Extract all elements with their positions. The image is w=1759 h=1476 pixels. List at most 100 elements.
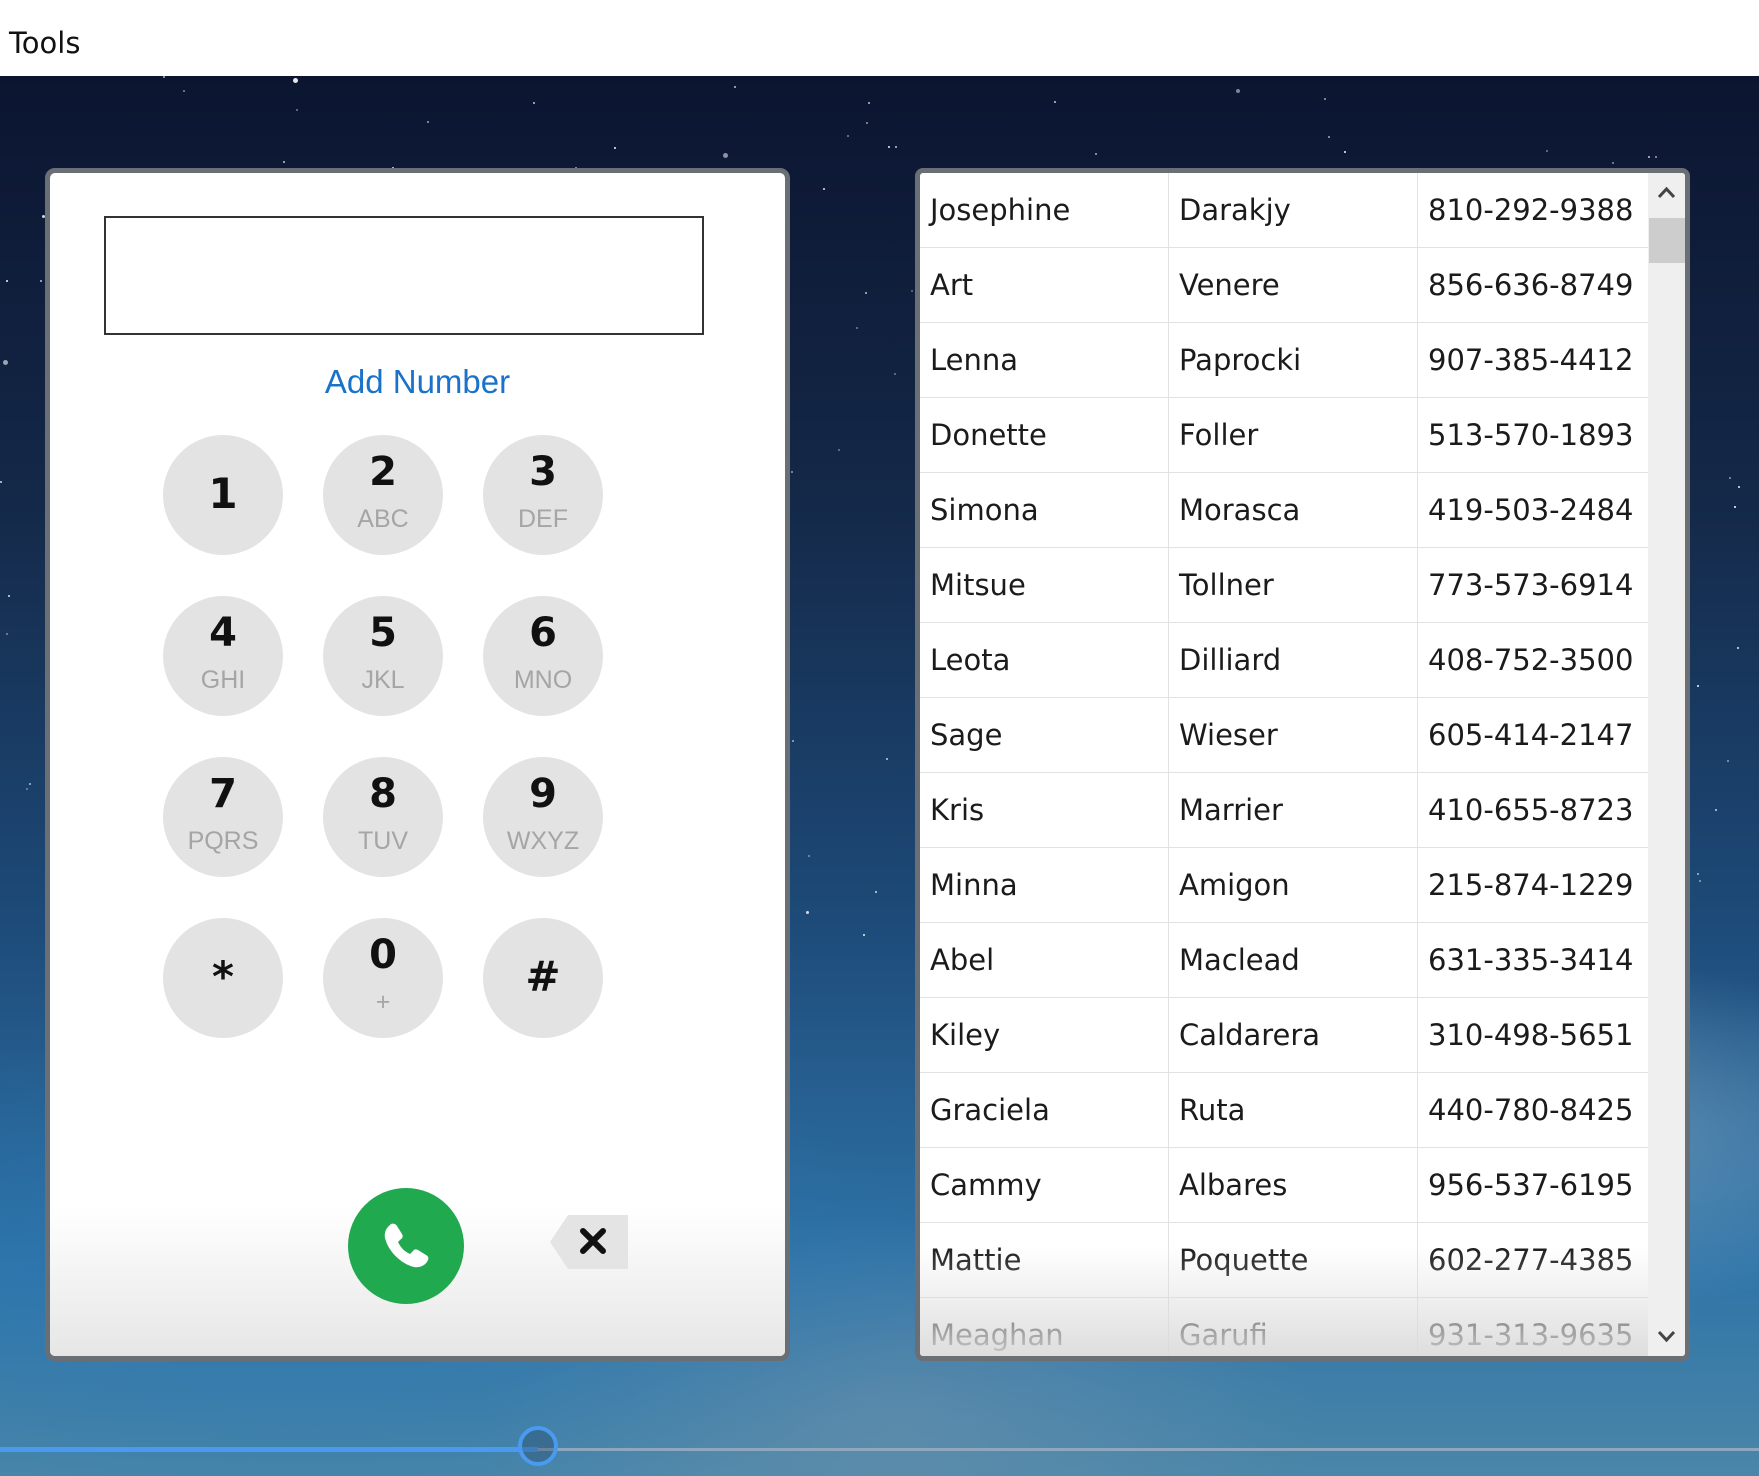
- star-dot: [1054, 101, 1056, 103]
- key-hash-button[interactable]: #: [483, 918, 603, 1038]
- scroll-thumb[interactable]: [1649, 218, 1685, 263]
- contact-row[interactable]: Lenna Paprocki 907-385-4412: [920, 323, 1648, 398]
- contact-row[interactable]: Kris Marrier 410-655-8723: [920, 773, 1648, 848]
- first-name-cell: Abel: [930, 943, 995, 977]
- star-dot: [1697, 873, 1699, 875]
- scroll-up-button[interactable]: [1648, 173, 1685, 213]
- first-name-cell: Sage: [930, 718, 1003, 752]
- contact-row[interactable]: Mitsue Tollner 773-573-6914: [920, 548, 1648, 623]
- phone-cell: 773-573-6914: [1417, 548, 1648, 623]
- volume-slider[interactable]: [0, 1426, 1759, 1476]
- phone-cell: 856-636-8749: [1417, 248, 1648, 323]
- key-digit: 6: [529, 610, 557, 656]
- star-dot: [1546, 150, 1548, 152]
- first-name-cell: Cammy: [930, 1168, 1042, 1202]
- phone-cell: 419-503-2484: [1417, 473, 1648, 548]
- add-number-link[interactable]: Add Number: [50, 363, 785, 401]
- star-dot: [894, 373, 896, 375]
- contact-row[interactable]: Minna Amigon 215-874-1229: [920, 848, 1648, 923]
- key-2-button[interactable]: 2 ABC: [323, 435, 443, 555]
- call-button[interactable]: [348, 1188, 464, 1304]
- key-letters: MNO: [513, 666, 573, 694]
- first-name-cell: Meaghan: [930, 1318, 1064, 1352]
- phone-cell: 931-313-9635: [1417, 1298, 1648, 1356]
- contact-row[interactable]: Leota Dilliard 408-752-3500: [920, 623, 1648, 698]
- star-dot: [895, 146, 897, 148]
- star-dot: [868, 102, 870, 104]
- star-dot: [1328, 136, 1330, 138]
- phone-cell: 631-335-3414: [1417, 923, 1648, 998]
- contact-row[interactable]: Mattie Poquette 602-277-4385: [920, 1223, 1648, 1298]
- chevron-up-icon: [1657, 186, 1676, 199]
- star-dot: [865, 292, 867, 294]
- contact-row[interactable]: Art Venere 856-636-8749: [920, 248, 1648, 323]
- contact-row[interactable]: Kiley Caldarera 310-498-5651: [920, 998, 1648, 1073]
- key-0-button[interactable]: 0 +: [323, 918, 443, 1038]
- backspace-icon: [550, 1215, 628, 1269]
- star-dot: [1095, 153, 1097, 155]
- phone-cell: 602-277-4385: [1417, 1223, 1648, 1298]
- scroll-down-button[interactable]: [1648, 1316, 1685, 1356]
- key-5-button[interactable]: 5 JKL: [323, 596, 443, 716]
- key-digit: 8: [369, 771, 397, 817]
- star-dot: [1612, 162, 1614, 164]
- first-name-cell: Simona: [930, 493, 1039, 527]
- phone-number-input[interactable]: [104, 216, 704, 335]
- key-digit: #: [525, 952, 561, 1001]
- star-dot: [533, 102, 535, 104]
- star-dot: [1737, 647, 1739, 649]
- first-name-cell: Kris: [930, 793, 985, 827]
- slider-track-fill: [0, 1447, 538, 1452]
- star-dot: [1734, 506, 1736, 508]
- star-dot: [614, 147, 616, 149]
- contact-row[interactable]: Donette Foller 513-570-1893: [920, 398, 1648, 473]
- star-dot: [26, 788, 28, 790]
- first-name-cell: Mitsue: [930, 568, 1026, 602]
- menu-bar: Tools: [0, 0, 1759, 76]
- last-name-cell: Caldarera: [1168, 998, 1417, 1073]
- key-letters: JKL: [361, 666, 405, 694]
- last-name-cell: Ruta: [1168, 1073, 1417, 1148]
- key-7-button[interactable]: 7 PQRS: [163, 757, 283, 877]
- last-name-cell: Poquette: [1168, 1223, 1417, 1298]
- star-dot: [792, 740, 794, 742]
- last-name-cell: Foller: [1168, 398, 1417, 473]
- backspace-button[interactable]: [548, 1211, 636, 1273]
- star-dot: [1344, 151, 1346, 153]
- phone-cell: 956-537-6195: [1417, 1148, 1648, 1223]
- key-8-button[interactable]: 8 TUV: [323, 757, 443, 877]
- star-dot: [283, 161, 285, 163]
- key-6-button[interactable]: 6 MNO: [483, 596, 603, 716]
- first-name-cell: Mattie: [930, 1243, 1022, 1277]
- slider-thumb[interactable]: [518, 1426, 558, 1466]
- key-letters: DEF: [518, 505, 568, 533]
- contact-row[interactable]: Josephine Darakjy 810-292-9388: [920, 173, 1648, 248]
- contact-row[interactable]: Sage Wieser 605-414-2147: [920, 698, 1648, 773]
- dialer-panel: Add Number 1 2 ABC 3 DEF 4 GHI 5 JKL 6 MNO 7 PQRS 8 TU…: [45, 168, 790, 1361]
- key-digit: 5: [369, 610, 397, 656]
- key-digit: 9: [529, 771, 557, 817]
- vertical-scrollbar[interactable]: [1648, 173, 1685, 1356]
- contact-row[interactable]: Abel Maclead 631-335-3414: [920, 923, 1648, 998]
- star-dot: [847, 135, 849, 137]
- star-dot: [886, 758, 888, 760]
- star-dot: [1697, 685, 1699, 687]
- star-dot: [1699, 880, 1701, 882]
- key-3-button[interactable]: 3 DEF: [483, 435, 603, 555]
- star-dot: [6, 280, 8, 282]
- contact-row[interactable]: Graciela Ruta 440-780-8425: [920, 1073, 1648, 1148]
- key-4-button[interactable]: 4 GHI: [163, 596, 283, 716]
- menu-tools[interactable]: Tools: [9, 26, 80, 60]
- contact-row[interactable]: Cammy Albares 956-537-6195: [920, 1148, 1648, 1223]
- contact-row[interactable]: Simona Morasca 419-503-2484: [920, 473, 1648, 548]
- contact-row[interactable]: Meaghan Garufi 931-313-9635: [920, 1298, 1648, 1356]
- key-digit: 7: [209, 771, 237, 817]
- phone-cell: 310-498-5651: [1417, 998, 1648, 1073]
- key-9-button[interactable]: 9 WXYZ: [483, 757, 603, 877]
- last-name-cell: Darakjy: [1168, 173, 1417, 248]
- last-name-cell: Amigon: [1168, 848, 1417, 923]
- key-letters: +: [375, 988, 391, 1016]
- last-name-cell: Venere: [1168, 248, 1417, 323]
- key-star-button[interactable]: *: [163, 918, 283, 1038]
- key-1-button[interactable]: 1: [163, 435, 283, 555]
